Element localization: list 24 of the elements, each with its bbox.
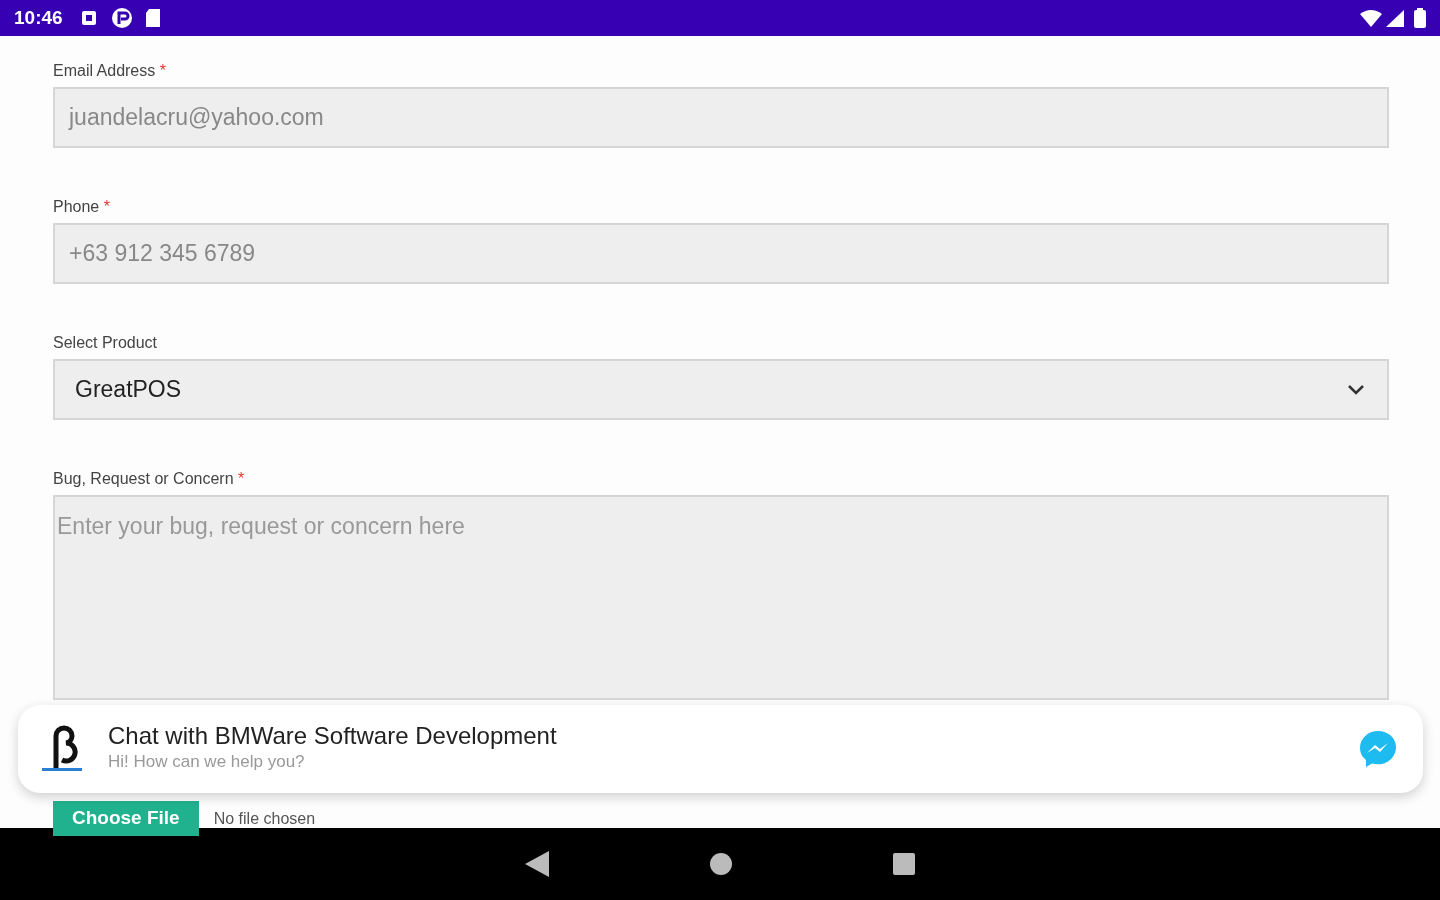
select-field[interactable]: GreatPOS (53, 359, 1389, 420)
textarea-field[interactable]: Enter your bug, request or concern here (53, 495, 1389, 700)
required-asterisk: * (103, 198, 110, 215)
field-label: Phone (53, 198, 100, 215)
back-icon[interactable] (525, 851, 549, 877)
signal-icon (1386, 9, 1404, 27)
field-label: Select Product (53, 334, 158, 351)
notification-icon (80, 10, 97, 26)
chat-banner[interactable]: Chat with BMWare Software Development Hi! How can we help you? (18, 705, 1423, 793)
chevron-down-icon (1347, 383, 1365, 396)
file-status: No file chosen (213, 808, 316, 829)
field-label: Bug, Request or Concern (53, 470, 234, 487)
app-icon (110, 7, 133, 29)
choose-file-button[interactable]: Choose File (53, 801, 199, 836)
required-asterisk: * (159, 62, 166, 79)
battery-icon (1414, 8, 1426, 28)
status-time: 10:46 (14, 5, 63, 30)
field-label: Email Address (53, 62, 156, 79)
sd-card-icon (144, 9, 161, 27)
chat-subtitle: Hi! How can we help you? (108, 751, 306, 774)
wifi-icon (1360, 9, 1382, 27)
chat-title: Chat with BMWare Software Development (108, 723, 558, 750)
home-icon[interactable] (709, 852, 733, 876)
required-asterisk: * (238, 470, 245, 487)
